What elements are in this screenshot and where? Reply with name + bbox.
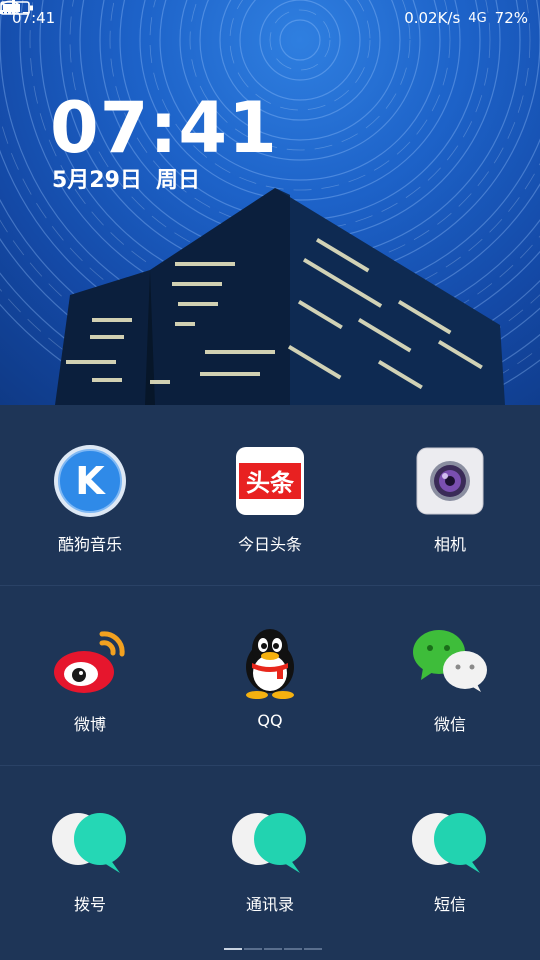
toutiao-text: 头条 xyxy=(246,469,295,497)
clock-date: 5月29日 周日 xyxy=(52,162,200,194)
network-type: 4G xyxy=(468,10,487,26)
app-contacts[interactable]: 通讯录 xyxy=(180,765,360,945)
app-label: 微信 xyxy=(433,715,466,734)
kugou-music-icon: K xyxy=(50,441,130,521)
app-weibo[interactable]: 微博 xyxy=(0,585,180,765)
weekday-text: 周日 xyxy=(155,168,200,193)
page-indicator xyxy=(224,948,322,950)
dialer-icon xyxy=(50,801,130,881)
app-label: 酷狗音乐 xyxy=(57,535,122,554)
battery-percent: 72% xyxy=(494,9,528,27)
status-bar: 07:41 0.02K/s 4G 72% xyxy=(0,0,540,36)
app-row: 微博 QQ 微信 xyxy=(0,585,540,765)
status-indicators: 0.02K/s 4G 72% xyxy=(0,0,528,27)
app-dialer[interactable]: 拨号 xyxy=(0,765,180,945)
clock-time: 07:41 xyxy=(50,87,278,169)
page-dot[interactable] xyxy=(304,948,322,950)
app-label: 微博 xyxy=(73,715,106,734)
messages-icon xyxy=(410,801,490,881)
weibo-icon xyxy=(50,621,130,701)
app-messages[interactable]: 短信 xyxy=(360,765,540,945)
app-label: 今日头条 xyxy=(237,535,302,554)
battery-icon xyxy=(0,1,33,15)
wallpaper: 07:41 0.02K/s 4G 72% 07:41 5月29日 周日 xyxy=(0,0,540,405)
toutiao-icon: 头条 xyxy=(230,441,310,521)
page-dot[interactable] xyxy=(244,948,262,950)
page-dot[interactable] xyxy=(284,948,302,950)
network-speed: 0.02K/s xyxy=(404,9,461,27)
qq-icon xyxy=(230,621,310,701)
app-label: 通讯录 xyxy=(245,895,294,914)
app-label: QQ xyxy=(257,711,283,730)
contacts-icon xyxy=(230,801,310,881)
wechat-icon xyxy=(410,621,490,701)
camera-icon xyxy=(410,441,490,521)
app-row: 拨号 通讯录 短信 xyxy=(0,765,540,945)
page-dot[interactable] xyxy=(224,948,242,950)
app-label: 短信 xyxy=(433,895,466,914)
app-grid: K 酷狗音乐 头条 今日头条 相机 微博 QQ 微信 拨号 通讯录 短信 xyxy=(0,405,540,960)
app-label: 拨号 xyxy=(73,895,106,914)
app-label: 相机 xyxy=(433,535,466,554)
app-qq[interactable]: QQ xyxy=(180,585,360,765)
home-screen: 07:41 0.02K/s 4G 72% 07:41 5月29日 周日 K 酷狗… xyxy=(0,0,540,960)
app-wechat[interactable]: 微信 xyxy=(360,585,540,765)
page-dot[interactable] xyxy=(264,948,282,950)
app-toutiao[interactable]: 头条 今日头条 xyxy=(180,405,360,585)
wallpaper-art xyxy=(0,0,540,405)
app-row: K 酷狗音乐 头条 今日头条 相机 xyxy=(0,405,540,585)
app-camera[interactable]: 相机 xyxy=(360,405,540,585)
date-text: 5月29日 xyxy=(52,168,142,193)
app-kugou[interactable]: K 酷狗音乐 xyxy=(0,405,180,585)
kugou-letter: K xyxy=(75,459,106,503)
